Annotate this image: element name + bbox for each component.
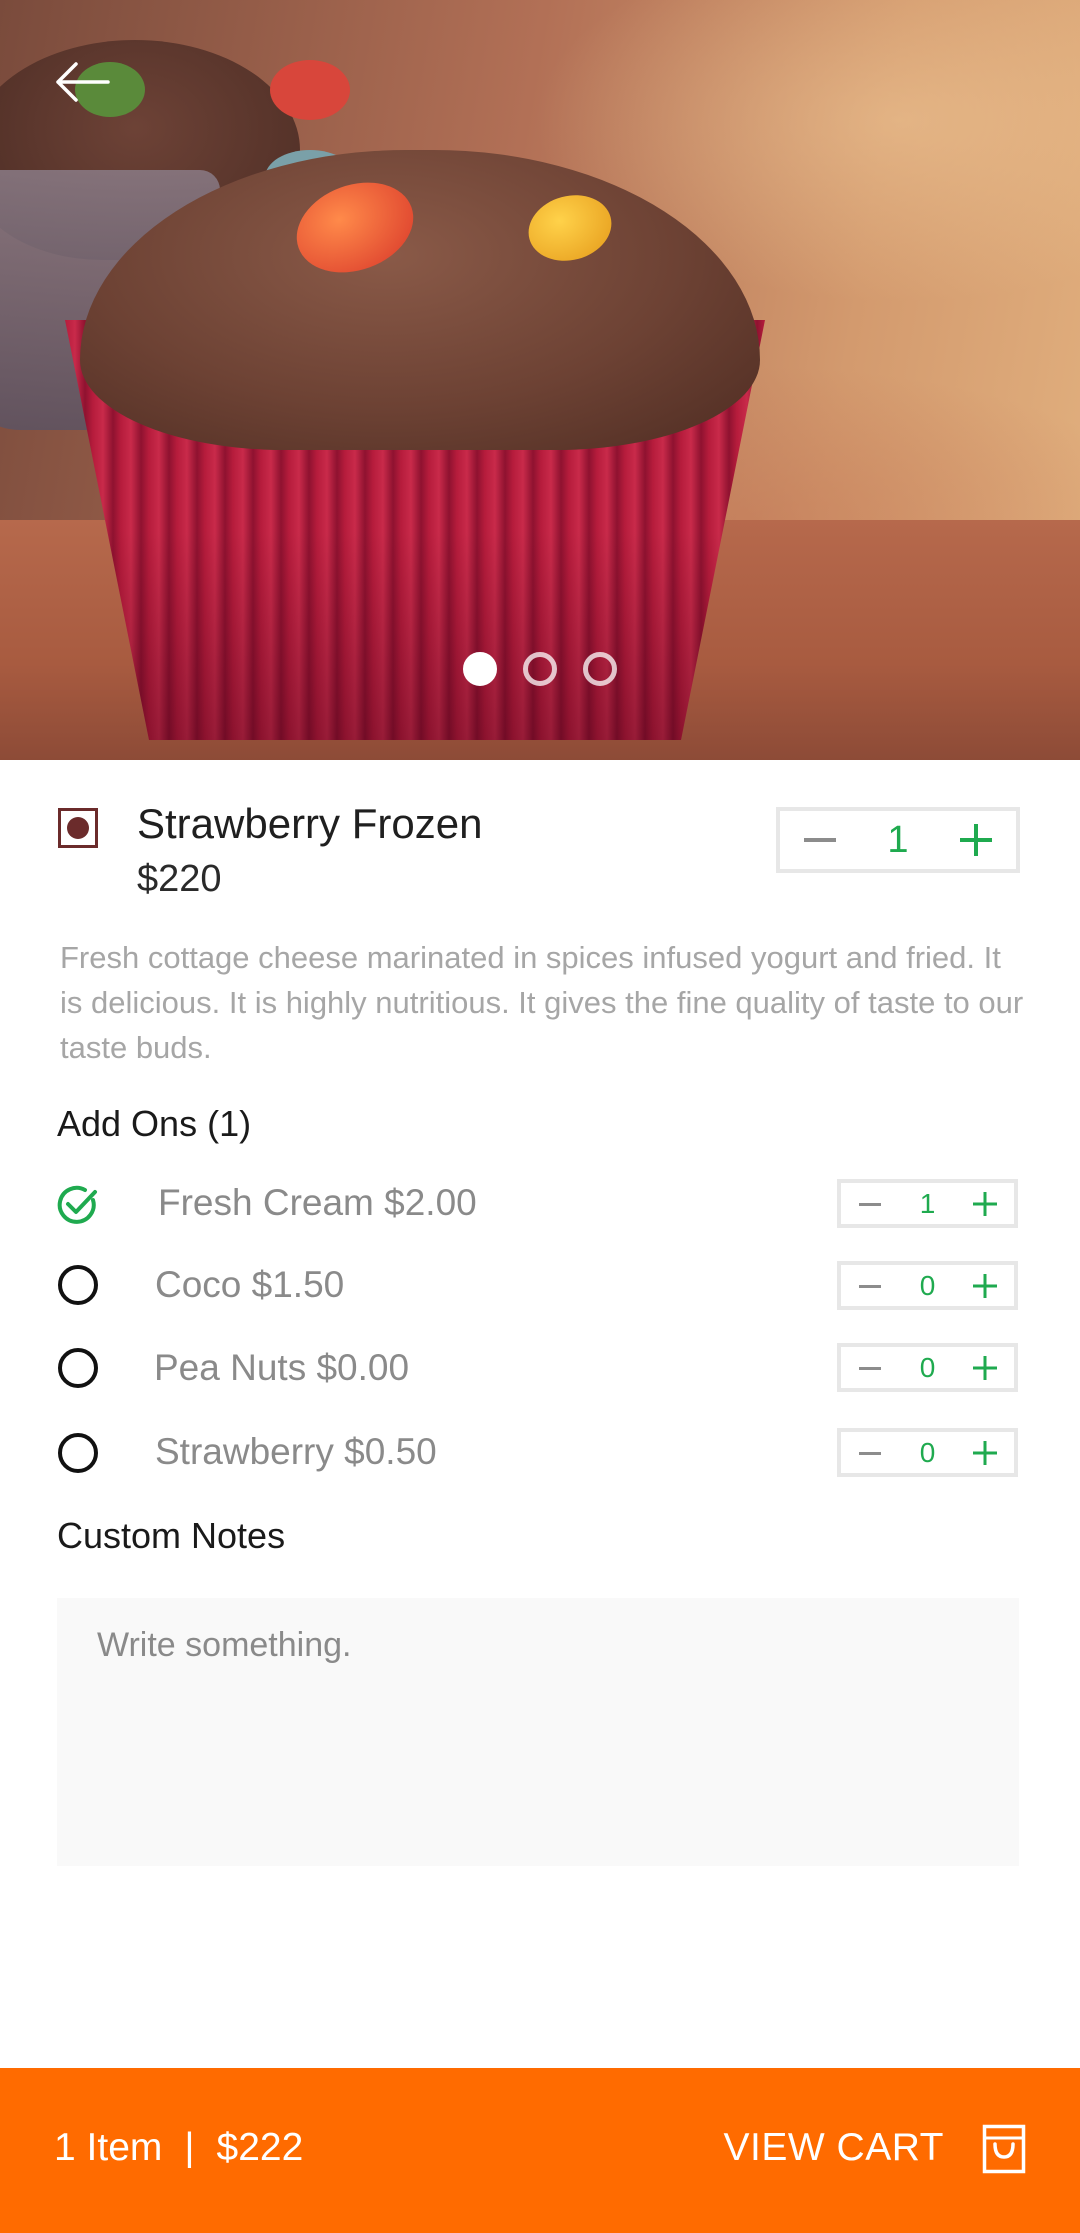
- decrease-quantity-button[interactable]: [798, 818, 842, 862]
- radio-unchecked-icon[interactable]: [58, 1433, 98, 1473]
- back-arrow-icon[interactable]: [52, 58, 112, 106]
- product-title: Strawberry Frozen: [137, 800, 483, 847]
- minus-icon: [804, 838, 836, 842]
- minus-icon: [859, 1284, 881, 1288]
- cart-summary-separator: |: [184, 2126, 195, 2169]
- addon-label-strawberry[interactable]: Strawberry $0.50: [155, 1431, 437, 1473]
- carousel-dot[interactable]: [463, 652, 497, 686]
- plus-icon: [972, 1273, 997, 1298]
- increase-addon-button[interactable]: [968, 1269, 1002, 1303]
- checked-circle-icon[interactable]: [57, 1184, 99, 1226]
- decrease-addon-button[interactable]: [853, 1269, 887, 1303]
- addon-quantity-value: 0: [919, 1351, 936, 1383]
- increase-addon-button[interactable]: [968, 1436, 1002, 1470]
- plus-icon: [972, 1355, 997, 1380]
- increase-quantity-button[interactable]: [954, 818, 998, 862]
- product-price: $220: [137, 858, 222, 900]
- carousel-indicator: [0, 652, 1080, 686]
- addon-label-pea-nuts[interactable]: Pea Nuts $0.00: [154, 1347, 409, 1389]
- decrease-addon-button[interactable]: [853, 1187, 887, 1221]
- addon-quantity-stepper: 0: [837, 1428, 1018, 1477]
- addon-label-coco[interactable]: Coco $1.50: [155, 1264, 344, 1306]
- view-cart-button[interactable]: VIEW CART: [724, 2126, 944, 2170]
- addon-quantity-stepper: 0: [837, 1343, 1018, 1392]
- decrease-addon-button[interactable]: [853, 1436, 887, 1470]
- increase-addon-button[interactable]: [968, 1351, 1002, 1385]
- carousel-dot[interactable]: [583, 652, 617, 686]
- shopping-bag-icon[interactable]: [982, 2124, 1026, 2174]
- increase-addon-button[interactable]: [968, 1187, 1002, 1221]
- minus-icon: [859, 1366, 881, 1370]
- minus-icon: [859, 1202, 881, 1206]
- minus-icon: [859, 1451, 881, 1455]
- product-description: Fresh cottage cheese marinated in spices…: [60, 940, 1024, 1065]
- plus-icon: [972, 1440, 997, 1465]
- cart-total: $222: [216, 2126, 304, 2169]
- custom-notes-textarea[interactable]: [57, 1598, 1019, 1866]
- plus-icon: [972, 1191, 997, 1216]
- product-quantity-value: 1: [887, 818, 909, 861]
- addon-quantity-stepper: 1: [837, 1179, 1018, 1228]
- radio-unchecked-icon[interactable]: [58, 1265, 98, 1305]
- addon-quantity-value: 1: [919, 1187, 936, 1219]
- decrease-addon-button[interactable]: [853, 1351, 887, 1385]
- image-candy: [270, 60, 350, 120]
- view-cart-bar[interactable]: 1 Item | $222 VIEW CART: [0, 2068, 1080, 2233]
- carousel-dot[interactable]: [523, 652, 557, 686]
- addon-quantity-value: 0: [919, 1436, 936, 1468]
- product-image-carousel[interactable]: [0, 0, 1080, 760]
- addon-quantity-value: 0: [919, 1269, 936, 1301]
- addons-heading: Add Ons (1): [57, 1103, 252, 1144]
- plus-icon: [959, 824, 992, 856]
- product-quantity-stepper: 1: [776, 807, 1020, 873]
- cart-summary: 1 Item | $222: [54, 2126, 303, 2170]
- custom-notes-heading: Custom Notes: [57, 1515, 286, 1556]
- food-type-indicator-icon: [58, 808, 98, 848]
- addon-label-fresh-cream[interactable]: Fresh Cream $2.00: [158, 1182, 477, 1224]
- cart-item-count: 1 Item: [54, 2126, 163, 2169]
- addon-quantity-stepper: 0: [837, 1261, 1018, 1310]
- radio-unchecked-icon[interactable]: [58, 1348, 98, 1388]
